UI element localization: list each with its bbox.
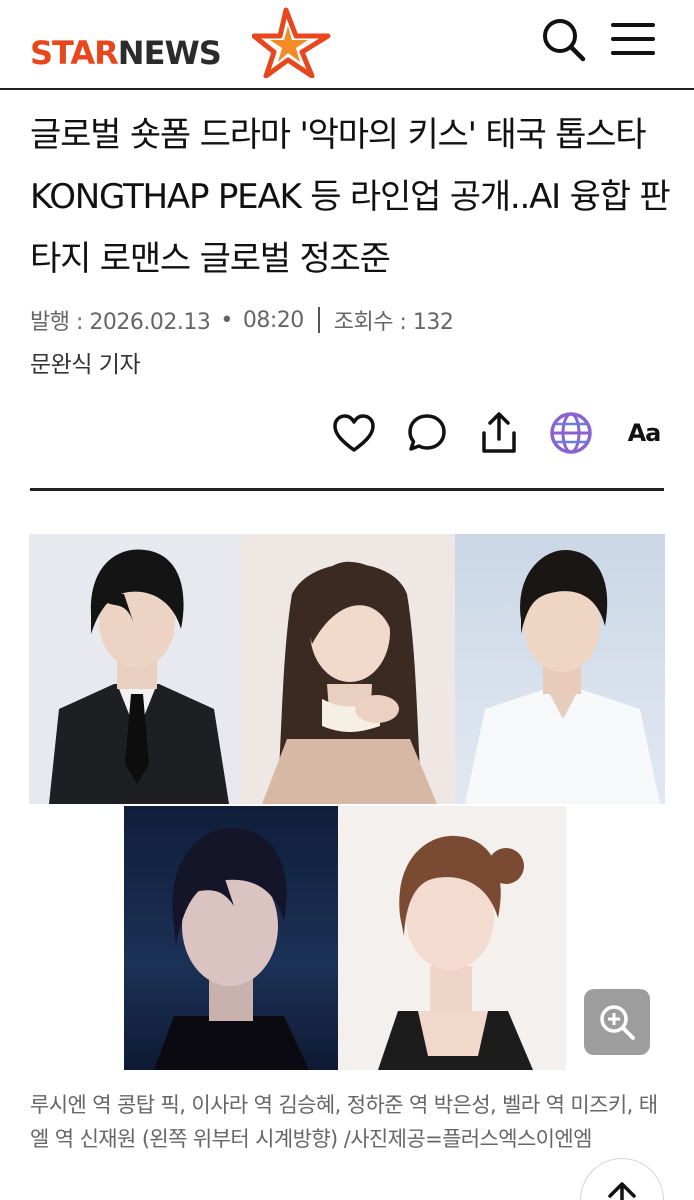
reporter-name[interactable]: 문완식 기자 [30, 345, 141, 379]
logo-star-icon [252, 7, 331, 78]
photo-actor-3 [455, 534, 665, 804]
heart-icon [333, 414, 375, 452]
logo-wordmark: STARNEWS [30, 34, 222, 72]
published-date: 발행 : 2026.02.13 [30, 310, 211, 335]
zoom-button[interactable] [584, 989, 650, 1055]
logo-news-text: NEWS [117, 34, 222, 72]
photo-actor-1 [29, 534, 242, 804]
article-title: 글로벌 숏폼 드라마 '악마의 키스' 태국 톱스타 KONGTHAP PEAK… [30, 115, 671, 279]
share-icon [482, 412, 516, 453]
scroll-top-button[interactable] [580, 1158, 664, 1200]
globe-icon [550, 412, 592, 454]
like-button[interactable] [329, 408, 379, 458]
section-divider [30, 488, 664, 491]
search-button[interactable] [536, 14, 590, 64]
logo-star-text: STAR [30, 34, 119, 72]
search-icon [543, 19, 586, 62]
view-count: 조회수 : 132 [333, 310, 454, 335]
cast-photo-collage[interactable] [29, 534, 665, 1070]
meta-dot: • [220, 307, 233, 333]
photo-actor-4 [124, 806, 338, 1070]
menu-button[interactable] [606, 14, 660, 64]
arrow-up-icon [608, 1182, 636, 1200]
starnews-logo[interactable]: STARNEWS [30, 6, 331, 78]
photo-actor-5 [338, 806, 566, 1070]
photo-caption: 루시엔 역 콩탑 픽, 이사라 역 김승혜, 정하준 역 박은성, 벨라 역 미… [30, 1093, 658, 1151]
photo-actor-2 [242, 534, 455, 804]
translate-button[interactable] [546, 408, 596, 458]
comment-button[interactable] [402, 408, 452, 458]
zoom-in-icon [600, 1005, 635, 1040]
font-size-button[interactable]: Aa [619, 408, 669, 458]
hamburger-menu-icon [611, 23, 655, 55]
article-meta: 발행 : 2026.02.13 • 08:20 조회수 : 132 [30, 304, 454, 336]
site-header: STARNEWS [0, 0, 694, 90]
comment-icon [408, 414, 446, 451]
published-time: 08:20 [242, 307, 304, 333]
meta-divider [317, 307, 320, 333]
share-button[interactable] [474, 408, 524, 458]
